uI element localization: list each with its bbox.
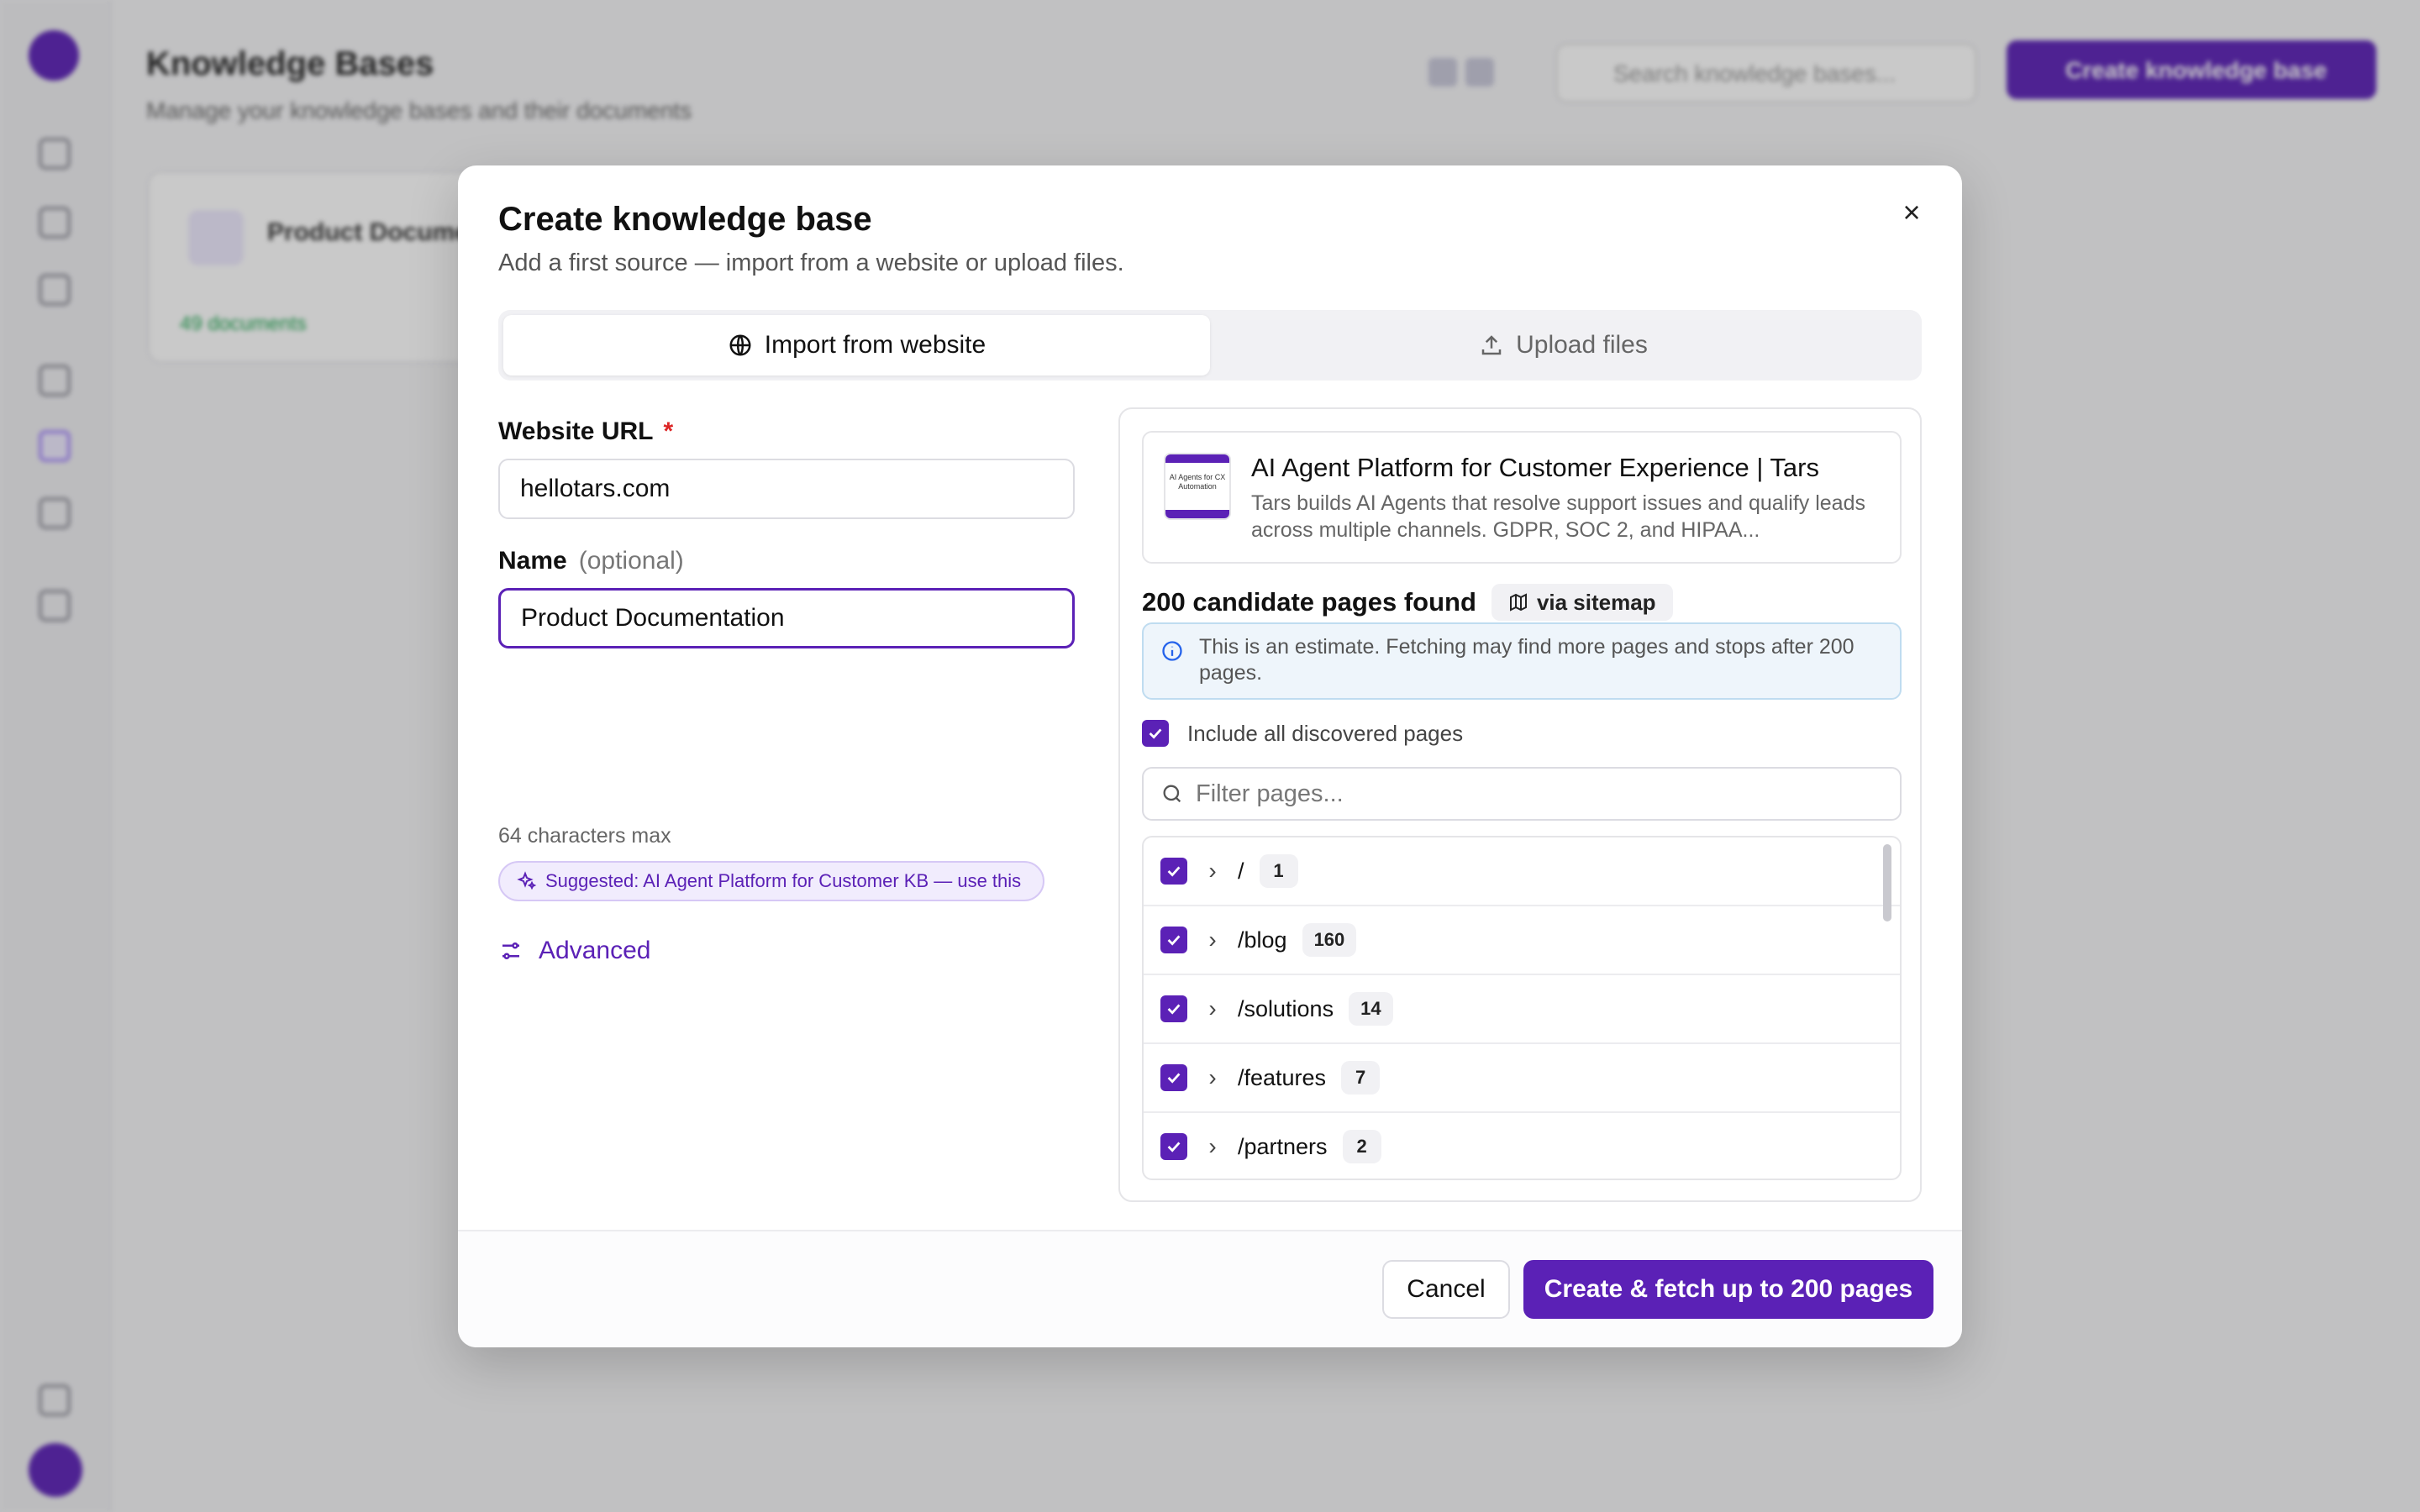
advanced-toggle[interactable]: Advanced bbox=[498, 937, 650, 965]
close-icon[interactable]: × bbox=[1895, 196, 1928, 229]
site-thumbnail: AI Agents for CX Automation bbox=[1164, 453, 1231, 520]
page-tree[interactable]: › / 1 › /blog 160 › /solutions 14 › /fea… bbox=[1142, 836, 1902, 1180]
cancel-button[interactable]: Cancel bbox=[1382, 1260, 1510, 1319]
check-icon bbox=[1167, 866, 1181, 877]
row-count-badge: 14 bbox=[1349, 992, 1393, 1026]
include-all-label: Include all discovered pages bbox=[1187, 720, 1464, 746]
site-title: AI Agent Platform for Customer Experienc… bbox=[1251, 453, 1819, 482]
required-mark: * bbox=[663, 417, 674, 445]
row-count-badge: 7 bbox=[1341, 1061, 1381, 1095]
dialog-subtitle: Add a first source — import from a websi… bbox=[498, 249, 1124, 276]
advanced-label: Advanced bbox=[539, 937, 651, 964]
include-all-checkbox[interactable] bbox=[1142, 720, 1169, 747]
thumbnail-text: AI Agents for CX Automation bbox=[1169, 473, 1226, 491]
tree-row: › /blog 160 bbox=[1144, 906, 1900, 975]
info-icon bbox=[1162, 641, 1182, 661]
row-path: /features bbox=[1238, 1064, 1327, 1090]
row-count-badge: 160 bbox=[1302, 923, 1357, 957]
site-preview-card: AI Agents for CX Automation AI Agent Pla… bbox=[1142, 431, 1902, 564]
sparkles-icon bbox=[517, 871, 537, 890]
tab-label: Import from website bbox=[764, 331, 986, 359]
candidate-summary: 200 candidate pages found via sitemap bbox=[1142, 584, 1673, 621]
row-path: /blog bbox=[1238, 927, 1287, 953]
source-tabs: Import from website Upload files bbox=[498, 310, 1922, 381]
row-path: /solutions bbox=[1238, 995, 1334, 1021]
chevron-right-icon[interactable]: › bbox=[1202, 1064, 1223, 1091]
tab-label: Upload files bbox=[1516, 331, 1648, 359]
tab-import-from-website[interactable]: Import from website bbox=[503, 315, 1210, 375]
chevron-right-icon[interactable]: › bbox=[1202, 927, 1223, 953]
tab-upload-files[interactable]: Upload files bbox=[1210, 315, 1917, 375]
row-count-badge: 1 bbox=[1259, 854, 1298, 888]
search-icon bbox=[1163, 785, 1181, 803]
tree-row: › /solutions 14 bbox=[1144, 975, 1900, 1044]
row-checkbox[interactable] bbox=[1160, 927, 1187, 953]
row-checkbox[interactable] bbox=[1160, 1064, 1187, 1091]
check-icon bbox=[1167, 1142, 1181, 1152]
source-chip: via sitemap bbox=[1491, 584, 1673, 621]
tree-row: › /partners 2 bbox=[1144, 1113, 1900, 1179]
chevron-right-icon[interactable]: › bbox=[1202, 995, 1223, 1022]
check-icon bbox=[1149, 728, 1162, 739]
map-icon bbox=[1509, 593, 1527, 612]
row-checkbox[interactable] bbox=[1160, 1133, 1187, 1160]
sliders-icon bbox=[502, 942, 519, 959]
row-count-badge: 2 bbox=[1342, 1130, 1381, 1163]
check-icon bbox=[1167, 1004, 1181, 1015]
row-path: / bbox=[1238, 858, 1244, 884]
check-icon bbox=[1167, 1073, 1181, 1084]
tree-row: › /features 7 bbox=[1144, 1044, 1900, 1113]
candidate-count: 200 candidate pages found bbox=[1142, 587, 1476, 617]
name-label: Name (optional) bbox=[498, 547, 684, 575]
tree-scrollbar[interactable] bbox=[1883, 844, 1891, 921]
dialog-footer: Cancel Create & fetch up to 200 pages bbox=[458, 1230, 1962, 1347]
kb-name-input[interactable] bbox=[498, 588, 1075, 648]
url-label: Website URL * bbox=[498, 417, 674, 445]
website-url-input[interactable] bbox=[498, 459, 1075, 519]
name-hint: 64 characters max bbox=[498, 824, 671, 848]
globe-icon bbox=[729, 334, 751, 356]
estimate-text: This is an estimate. Fetching may find m… bbox=[1199, 635, 1854, 685]
create-and-fetch-button[interactable]: Create & fetch up to 200 pages bbox=[1523, 1260, 1933, 1319]
include-all-row: Include all discovered pages bbox=[1142, 720, 1463, 747]
site-description: Tars builds AI Agents that resolve suppo… bbox=[1251, 491, 1865, 542]
filter-pages-input[interactable] bbox=[1196, 780, 1883, 808]
row-checkbox[interactable] bbox=[1160, 995, 1187, 1022]
check-icon bbox=[1167, 935, 1181, 946]
chevron-right-icon[interactable]: › bbox=[1202, 858, 1223, 885]
source-chip-label: via sitemap bbox=[1536, 589, 1656, 615]
filter-pages-field bbox=[1142, 767, 1902, 821]
tree-row: › / 1 bbox=[1144, 837, 1900, 906]
import-preview-panel: AI Agents for CX Automation AI Agent Pla… bbox=[1118, 407, 1922, 1202]
dialog-title: Create knowledge base bbox=[498, 201, 872, 238]
chevron-right-icon[interactable]: › bbox=[1202, 1133, 1223, 1160]
row-path: /partners bbox=[1238, 1133, 1328, 1159]
estimate-notice: This is an estimate. Fetching may find m… bbox=[1142, 622, 1902, 700]
optional-tag: (optional) bbox=[578, 547, 684, 575]
row-checkbox[interactable] bbox=[1160, 858, 1187, 885]
suggestion-text: Suggested: AI Agent Platform for Custome… bbox=[545, 870, 1022, 891]
upload-icon bbox=[1481, 335, 1502, 355]
name-suggestion-chip[interactable]: Suggested: AI Agent Platform for Custome… bbox=[498, 861, 1044, 901]
create-kb-dialog: × Create knowledge base Add a first sour… bbox=[458, 165, 1962, 1347]
